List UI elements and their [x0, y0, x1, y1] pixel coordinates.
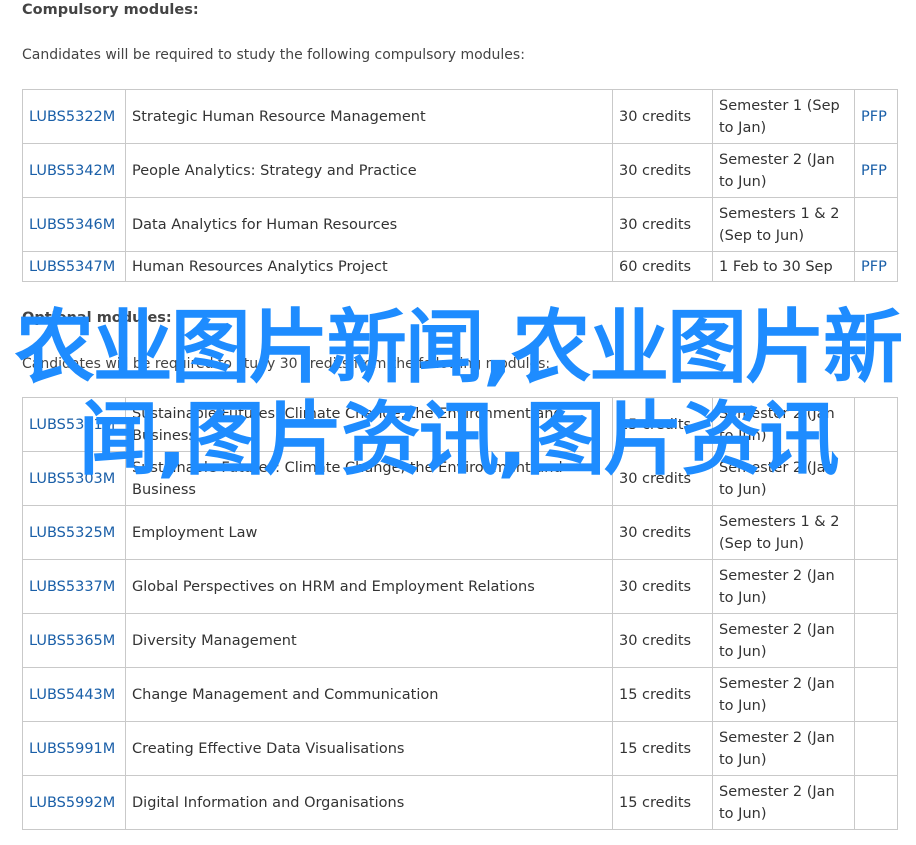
module-code-cell: LUBS5303M: [22, 451, 126, 506]
module-spec-cell: PFP: [854, 143, 898, 198]
module-credits: 30 credits: [612, 505, 713, 560]
module-semester: Semester 2 (Jan to Jun): [712, 667, 855, 722]
table-row: LUBS5301M Sustainable Futures: Climate C…: [22, 397, 898, 452]
module-spec-link[interactable]: PFP: [861, 163, 887, 179]
module-semester: Semester 2 (Jan to Jun): [712, 721, 855, 776]
module-code-link[interactable]: LUBS5322M: [29, 109, 115, 125]
module-spec-cell: [854, 397, 898, 452]
table-row: LUBS5443M Change Management and Communic…: [22, 667, 898, 722]
module-semester: Semesters 1 & 2 (Sep to Jun): [712, 197, 855, 252]
module-title: Diversity Management: [125, 613, 613, 668]
module-spec-cell: [854, 667, 898, 722]
module-semester: Semester 2 (Jan to Jun): [712, 451, 855, 506]
module-semester: Semester 1 (Sep to Jan): [712, 89, 855, 144]
table-row: LUBS5303M Sustainable Futures: Climate C…: [22, 451, 898, 506]
table-row: LUBS5325M Employment Law 30 credits Seme…: [22, 505, 898, 560]
module-credits: 30 credits: [612, 197, 713, 252]
optional-modules-table: LUBS5301M Sustainable Futures: Climate C…: [22, 397, 898, 830]
module-spec-cell: [854, 451, 898, 506]
module-title: Data Analytics for Human Resources: [125, 197, 613, 252]
module-code-cell: LUBS5365M: [22, 613, 126, 668]
module-code-link[interactable]: LUBS5301M: [29, 417, 115, 433]
module-credits: 30 credits: [612, 89, 713, 144]
module-credits: 30 credits: [612, 451, 713, 506]
module-credits: 15 credits: [612, 775, 713, 830]
module-semester: Semester 2 (Jan to Jun): [712, 143, 855, 198]
compulsory-intro: Candidates will be required to study the…: [22, 47, 525, 63]
module-semester: Semester 2 (Jan to Jun): [712, 613, 855, 668]
module-credits: 15 credits: [612, 397, 713, 452]
module-code-cell: LUBS5322M: [22, 89, 126, 144]
table-row: LUBS5991M Creating Effective Data Visual…: [22, 721, 898, 776]
module-semester: Semester 2 (Jan to Jun): [712, 397, 855, 452]
module-title: Creating Effective Data Visualisations: [125, 721, 613, 776]
page: Compulsory modules: Candidates will be r…: [0, 0, 916, 845]
module-code-link[interactable]: LUBS5337M: [29, 579, 115, 595]
module-spec-cell: PFP: [854, 251, 898, 282]
module-code-cell: LUBS5347M: [22, 251, 126, 282]
module-semester: Semesters 1 & 2 (Sep to Jun): [712, 505, 855, 560]
table-row: LUBS5337M Global Perspectives on HRM and…: [22, 559, 898, 614]
module-title: Human Resources Analytics Project: [125, 251, 613, 282]
module-spec-cell: [854, 197, 898, 252]
module-code-cell: LUBS5443M: [22, 667, 126, 722]
table-row: LUBS5346M Data Analytics for Human Resou…: [22, 197, 898, 252]
module-credits: 15 credits: [612, 721, 713, 776]
compulsory-heading: Compulsory modules:: [22, 2, 199, 18]
module-code-link[interactable]: LUBS5342M: [29, 163, 115, 179]
module-spec-cell: [854, 505, 898, 560]
module-title: Digital Information and Organisations: [125, 775, 613, 830]
module-semester: Semester 2 (Jan to Jun): [712, 559, 855, 614]
module-code-cell: LUBS5346M: [22, 197, 126, 252]
module-credits: 30 credits: [612, 559, 713, 614]
module-code-link[interactable]: LUBS5303M: [29, 471, 115, 487]
module-spec-cell: [854, 613, 898, 668]
module-credits: 30 credits: [612, 143, 713, 198]
optional-intro: Candidates will be required to study 30 …: [22, 356, 551, 372]
module-semester: 1 Feb to 30 Sep: [712, 251, 855, 282]
optional-heading: Optional modules:: [22, 310, 172, 326]
table-row: LUBS5322M Strategic Human Resource Manag…: [22, 89, 898, 144]
module-spec-cell: [854, 721, 898, 776]
module-credits: 30 credits: [612, 613, 713, 668]
module-code-cell: LUBS5337M: [22, 559, 126, 614]
compulsory-modules-table: LUBS5322M Strategic Human Resource Manag…: [22, 89, 898, 282]
module-title: Strategic Human Resource Management: [125, 89, 613, 144]
module-title: Change Management and Communication: [125, 667, 613, 722]
module-code-cell: LUBS5342M: [22, 143, 126, 198]
module-spec-cell: [854, 559, 898, 614]
table-row: LUBS5992M Digital Information and Organi…: [22, 775, 898, 830]
module-code-link[interactable]: LUBS5991M: [29, 741, 115, 757]
module-code-link[interactable]: LUBS5443M: [29, 687, 115, 703]
table-row: LUBS5365M Diversity Management 30 credit…: [22, 613, 898, 668]
module-code-cell: LUBS5301M: [22, 397, 126, 452]
module-code-cell: LUBS5992M: [22, 775, 126, 830]
module-credits: 15 credits: [612, 667, 713, 722]
module-spec-link[interactable]: PFP: [861, 109, 887, 125]
module-title: Sustainable Futures: Climate Change, the…: [125, 451, 613, 506]
module-title: Global Perspectives on HRM and Employmen…: [125, 559, 613, 614]
module-code-link[interactable]: LUBS5365M: [29, 633, 115, 649]
module-code-cell: LUBS5325M: [22, 505, 126, 560]
module-credits: 60 credits: [612, 251, 713, 282]
module-spec-cell: [854, 775, 898, 830]
module-title: People Analytics: Strategy and Practice: [125, 143, 613, 198]
module-code-link[interactable]: LUBS5992M: [29, 795, 115, 811]
module-code-cell: LUBS5991M: [22, 721, 126, 776]
module-code-link[interactable]: LUBS5347M: [29, 259, 115, 275]
module-semester: Semester 2 (Jan to Jun): [712, 775, 855, 830]
module-spec-cell: PFP: [854, 89, 898, 144]
table-row: LUBS5342M People Analytics: Strategy and…: [22, 143, 898, 198]
module-title: Employment Law: [125, 505, 613, 560]
module-code-link[interactable]: LUBS5325M: [29, 525, 115, 541]
module-code-link[interactable]: LUBS5346M: [29, 217, 115, 233]
module-spec-link[interactable]: PFP: [861, 259, 887, 275]
table-row: LUBS5347M Human Resources Analytics Proj…: [22, 251, 898, 282]
module-title: Sustainable Futures: Climate Change, the…: [125, 397, 613, 452]
